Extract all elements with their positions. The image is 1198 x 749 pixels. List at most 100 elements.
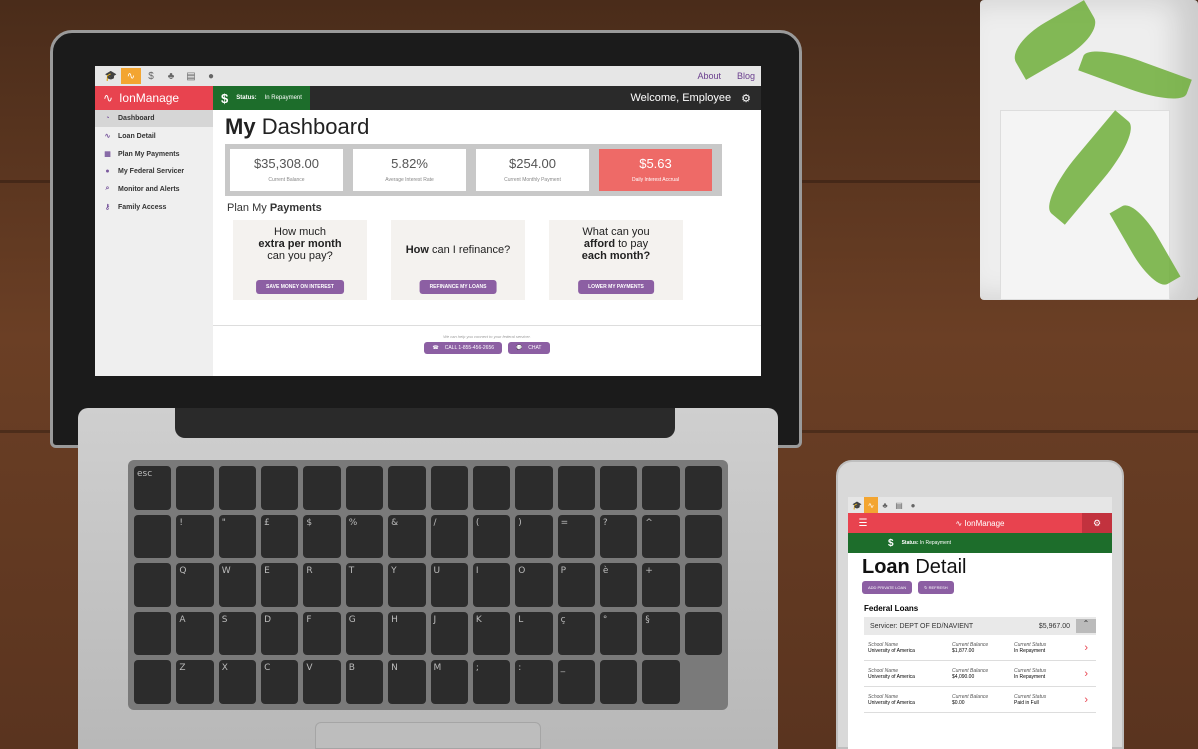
sidebar-item-loan-detail[interactable]: ∿ Loan Detail <box>95 127 213 145</box>
blog-link[interactable]: Blog <box>737 71 755 81</box>
keyboard-key[interactable] <box>515 466 553 510</box>
apple-icon[interactable]: ● <box>201 68 221 84</box>
keyboard-key[interactable]: ç <box>557 611 595 656</box>
grad-cap-icon[interactable]: 🎓 <box>101 68 121 84</box>
loan-row[interactable]: School Name University of America Current… <box>864 687 1096 713</box>
keyboard-key[interactable]: ) <box>515 514 553 559</box>
keyboard-key[interactable] <box>303 466 341 510</box>
keyboard-key[interactable]: Q <box>176 563 214 607</box>
sidebar-item-dashboard[interactable]: ◔ Dashboard <box>95 110 213 127</box>
keyboard-key[interactable]: Y <box>388 563 426 607</box>
keyboard-key[interactable] <box>430 466 468 510</box>
servicer-row[interactable]: Servicer: DEPT OF ED/NAVIENT $5,967.00 ⌃ <box>864 617 1096 635</box>
keyboard-key[interactable]: A <box>176 611 214 656</box>
keyboard-key[interactable]: J <box>430 611 468 656</box>
keyboard-key[interactable]: esc <box>134 466 172 510</box>
keyboard-key[interactable]: / <box>430 514 468 559</box>
keyboard-key[interactable] <box>557 466 595 510</box>
refresh-button[interactable]: ↻ REFRESH <box>918 581 954 594</box>
keyboard-key[interactable]: I <box>472 563 511 607</box>
chevron-right-icon[interactable]: › <box>1084 694 1088 706</box>
keyboard-key[interactable]: H <box>388 611 426 656</box>
refinance-button[interactable]: REFINANCE MY LOANS <box>419 280 497 294</box>
calculator-icon[interactable]: ▤ <box>181 68 201 84</box>
keyboard-key[interactable]: N <box>388 660 426 704</box>
keyboard-key[interactable] <box>388 466 426 510</box>
chevron-right-icon[interactable]: › <box>1084 668 1088 680</box>
sidebar-item-plan-payments[interactable]: ▦ Plan My Payments <box>95 145 213 163</box>
keyboard-key[interactable]: ; <box>472 660 511 704</box>
keyboard-key[interactable]: R <box>303 563 341 607</box>
lower-payments-button[interactable]: LOWER MY PAYMENTS <box>578 280 654 294</box>
keyboard-key[interactable] <box>218 466 257 510</box>
keyboard-key[interactable]: ? <box>599 514 638 559</box>
keyboard-key[interactable]: U <box>430 563 468 607</box>
tablet-brand[interactable]: ∿ IonManage <box>878 519 1082 528</box>
chat-button[interactable]: 💬 CHAT <box>508 342 550 354</box>
pulse-icon[interactable]: ∿ <box>121 68 141 84</box>
keyboard-key[interactable] <box>599 660 638 704</box>
sidebar-item-family-access[interactable]: ⚷ Family Access <box>95 198 213 216</box>
calculator-icon[interactable]: ▤ <box>892 497 906 513</box>
about-link[interactable]: About <box>697 71 721 81</box>
piggy-icon[interactable]: ♣ <box>161 68 181 84</box>
keyboard-key[interactable]: O <box>515 563 553 607</box>
keyboard-key[interactable]: $ <box>303 514 341 559</box>
keyboard-key[interactable]: ° <box>599 611 638 656</box>
keyboard-key[interactable]: + <box>642 563 680 607</box>
sidebar-item-monitor-alerts[interactable]: ⌕ Monitor and Alerts <box>95 180 213 198</box>
keyboard-key[interactable] <box>684 563 722 607</box>
grad-cap-icon[interactable]: 🎓 <box>850 497 864 513</box>
keyboard-key[interactable] <box>642 660 680 704</box>
keyboard-key[interactable]: K <box>472 611 511 656</box>
pulse-icon[interactable]: ∿ <box>864 497 878 513</box>
add-private-loan-button[interactable]: ADD PRIVATE LOAN <box>862 581 913 594</box>
trackpad[interactable] <box>315 722 541 749</box>
keyboard-key[interactable]: L <box>515 611 553 656</box>
keyboard-key[interactable]: £ <box>261 514 299 559</box>
keyboard-key[interactable]: & <box>388 514 426 559</box>
keyboard-key[interactable]: " <box>218 514 257 559</box>
keyboard-key[interactable] <box>345 466 384 510</box>
keyboard-key[interactable]: T <box>345 563 384 607</box>
coin-icon[interactable]: $ <box>141 68 161 84</box>
keyboard-key[interactable]: ( <box>472 514 511 559</box>
keyboard-key[interactable]: X <box>218 660 257 704</box>
keyboard-key[interactable] <box>134 514 172 559</box>
keyboard-key[interactable]: % <box>345 514 384 559</box>
keyboard-key[interactable]: S <box>218 611 257 656</box>
loan-row[interactable]: School Name University of America Current… <box>864 661 1096 687</box>
gear-icon[interactable]: ⚙ <box>741 92 761 105</box>
keyboard-key[interactable] <box>684 466 722 510</box>
keyboard-key[interactable] <box>176 466 214 510</box>
gear-icon[interactable]: ⚙ <box>1082 513 1112 533</box>
loan-row[interactable]: School Name University of America Current… <box>864 635 1096 661</box>
keyboard-key[interactable] <box>684 514 722 559</box>
keyboard-key[interactable]: è <box>599 563 638 607</box>
keyboard-key[interactable]: C <box>261 660 299 704</box>
brand[interactable]: ∿ IonManage <box>95 86 213 110</box>
keyboard-key[interactable]: § <box>642 611 680 656</box>
menu-icon[interactable]: ☰ <box>848 518 878 529</box>
keyboard-key[interactable]: ! <box>176 514 214 559</box>
keyboard-key[interactable]: B <box>345 660 384 704</box>
chevron-up-icon[interactable]: ⌃ <box>1076 619 1096 633</box>
keyboard-key[interactable] <box>599 466 638 510</box>
keyboard-key[interactable] <box>134 563 172 607</box>
chevron-right-icon[interactable]: › <box>1084 642 1088 654</box>
keyboard-key[interactable]: M <box>430 660 468 704</box>
keyboard-key[interactable]: E <box>261 563 299 607</box>
keyboard-key[interactable]: D <box>261 611 299 656</box>
save-money-button[interactable]: SAVE MONEY ON INTEREST <box>256 280 344 294</box>
call-button[interactable]: ☎ CALL 1-855-456-2656 <box>424 342 503 354</box>
keyboard-key[interactable] <box>134 660 172 704</box>
keyboard-key[interactable]: ^ <box>642 514 680 559</box>
apple-icon[interactable]: ● <box>906 497 920 513</box>
keyboard-key[interactable] <box>684 611 722 656</box>
keyboard-key[interactable] <box>261 466 299 510</box>
sidebar-item-federal-servicer[interactable]: ● My Federal Servicer <box>95 163 213 180</box>
keyboard-key[interactable]: G <box>345 611 384 656</box>
keyboard-key[interactable]: W <box>218 563 257 607</box>
keyboard-key[interactable]: _ <box>557 660 595 704</box>
keyboard-key[interactable]: : <box>515 660 553 704</box>
